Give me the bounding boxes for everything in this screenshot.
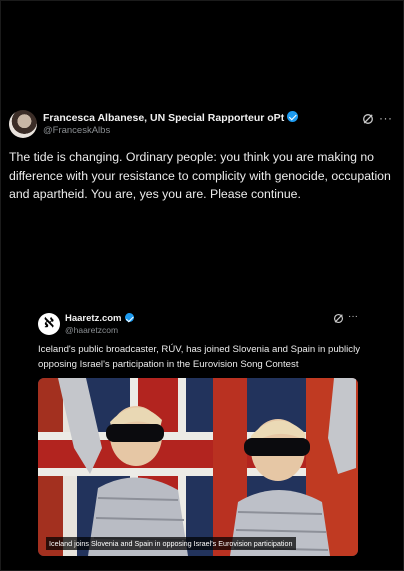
haaretz-avatar[interactable]: ℵ (38, 313, 60, 335)
quoted-post-text: Iceland's public broadcaster, RÚV, has j… (38, 344, 361, 370)
verified-badge-icon (124, 313, 134, 322)
video-caption: Iceland joins Slovenia and Spain in oppo… (46, 537, 296, 550)
quoted-author-name[interactable]: Haaretz.com (65, 313, 134, 324)
author-name[interactable]: Francesca Albanese, UN Special Rapporteu… (43, 111, 299, 124)
post-text: The tide is changing. Ordinary people: y… (9, 150, 391, 201)
more-options-icon[interactable]: ··· (348, 311, 358, 322)
haaretz-logo-icon: ℵ (44, 316, 54, 331)
quoted-author-handle[interactable]: @haaretzcom (65, 325, 118, 335)
grok-icon[interactable] (362, 113, 374, 125)
author-avatar[interactable] (9, 110, 37, 138)
quoted-author-name-text[interactable]: Haaretz.com (65, 313, 122, 324)
verified-badge-icon (287, 111, 299, 122)
author-handle[interactable]: @FranceskAlbs (43, 125, 110, 136)
video-thumbnail[interactable]: Iceland joins Slovenia and Spain in oppo… (38, 378, 358, 556)
more-options-icon[interactable]: ··· (379, 111, 393, 125)
grok-icon[interactable] (333, 313, 344, 324)
author-name-text[interactable]: Francesca Albanese, UN Special Rapporteu… (43, 112, 284, 124)
performers-image (38, 378, 358, 556)
